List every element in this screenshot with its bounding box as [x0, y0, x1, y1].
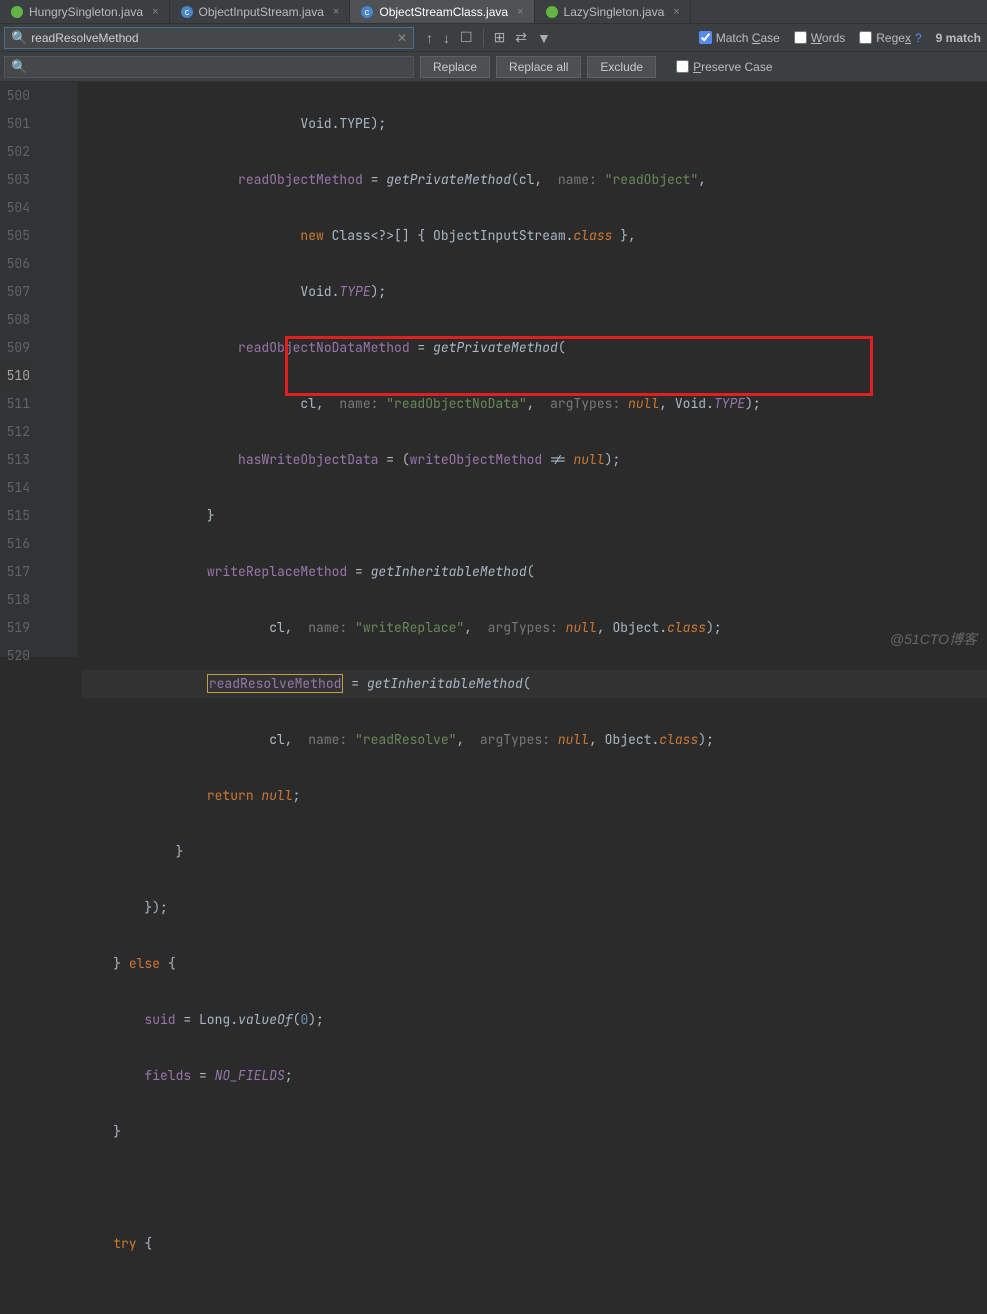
- replace-icon: 🔍: [11, 59, 27, 75]
- watermark: @51CTO博客: [890, 629, 977, 649]
- tab-object-input-stream[interactable]: c ObjectInputStream.java ×: [170, 0, 351, 23]
- editor-tabs: HungrySingleton.java × c ObjectInputStre…: [0, 0, 987, 24]
- tab-label: HungrySingleton.java: [29, 5, 143, 19]
- words-checkbox[interactable]: Words: [794, 31, 845, 45]
- match-case-checkbox[interactable]: Match Case: [699, 31, 780, 45]
- prev-match-icon[interactable]: ↑: [426, 30, 433, 46]
- close-icon[interactable]: ×: [152, 6, 158, 18]
- divider: [483, 29, 484, 47]
- close-icon[interactable]: ×: [673, 6, 679, 18]
- tab-label: ObjectInputStream.java: [199, 5, 324, 19]
- search-input[interactable]: [31, 31, 397, 45]
- code-area[interactable]: Void.TYPE); readObjectMethod = getPrivat…: [48, 82, 987, 657]
- select-all-icon[interactable]: ☐: [460, 29, 473, 46]
- regex-checkbox[interactable]: Regex ?: [859, 31, 921, 45]
- search-field-wrap: 🔍 ✕: [4, 27, 414, 49]
- java-file-icon: [10, 5, 24, 19]
- code-editor[interactable]: 500501502503 504505506507 508509510511 5…: [0, 82, 987, 657]
- line-gutter: 500501502503 504505506507 508509510511 5…: [0, 82, 48, 657]
- java-class-icon: c: [180, 5, 194, 19]
- exclude-button[interactable]: Exclude: [587, 56, 656, 78]
- preserve-case-checkbox[interactable]: Preserve Case: [676, 60, 772, 74]
- match-count: 9 match: [936, 31, 981, 45]
- search-icon: 🔍: [11, 30, 27, 46]
- toggle-icon[interactable]: ⇄: [515, 29, 527, 46]
- tab-label: LazySingleton.java: [564, 5, 665, 19]
- close-icon[interactable]: ×: [333, 6, 339, 18]
- replace-toolbar: 🔍 Replace Replace all Exclude Preserve C…: [0, 52, 987, 82]
- filter-icon[interactable]: ▼: [537, 30, 551, 46]
- search-options: Match Case Words Regex ?: [699, 31, 922, 45]
- svg-text:c: c: [365, 7, 370, 17]
- add-selection-icon[interactable]: ⊞: [494, 29, 506, 46]
- java-class-icon: c: [360, 5, 374, 19]
- tab-lazy-singleton[interactable]: LazySingleton.java ×: [535, 0, 691, 23]
- svg-text:c: c: [184, 7, 189, 17]
- java-file-icon: [545, 5, 559, 19]
- replace-input[interactable]: [31, 60, 407, 74]
- replace-button[interactable]: Replace: [420, 56, 490, 78]
- tab-label: ObjectStreamClass.java: [379, 5, 508, 19]
- search-toolbar: 🔍 ✕ ↑ ↓ ☐ ⊞ ⇄ ▼ Match Case Words Regex ?…: [0, 24, 987, 52]
- next-match-icon[interactable]: ↓: [443, 30, 450, 46]
- clear-search-icon[interactable]: ✕: [397, 31, 407, 45]
- replace-field-wrap: 🔍: [4, 56, 414, 78]
- replace-all-button[interactable]: Replace all: [496, 56, 581, 78]
- search-highlight: readResolveMethod: [207, 674, 344, 693]
- close-icon[interactable]: ×: [517, 6, 523, 18]
- search-nav-icons: ↑ ↓ ☐ ⊞ ⇄ ▼: [426, 29, 551, 47]
- tab-hungry-singleton[interactable]: HungrySingleton.java ×: [0, 0, 170, 23]
- tab-object-stream-class[interactable]: c ObjectStreamClass.java ×: [350, 0, 534, 23]
